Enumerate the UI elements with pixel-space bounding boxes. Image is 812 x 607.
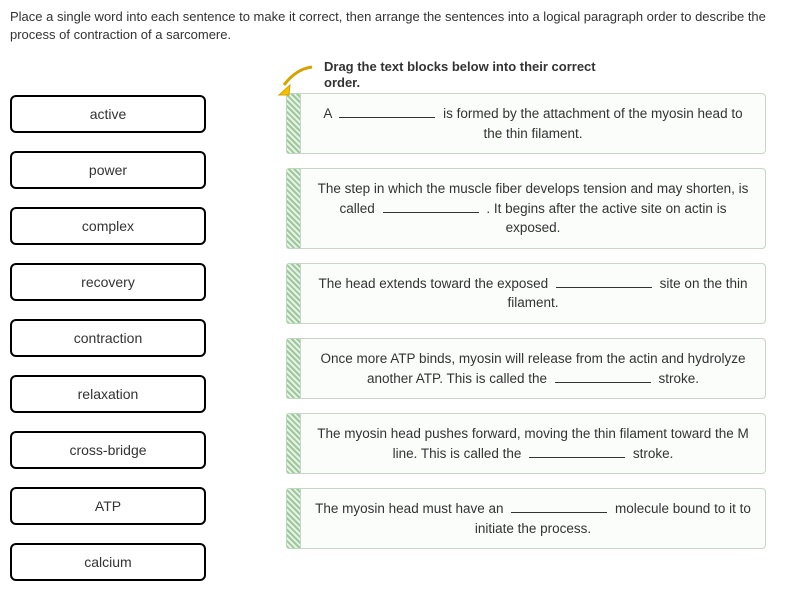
hint-row: Drag the text blocks below into their co… xyxy=(286,59,766,89)
drag-handle-icon[interactable] xyxy=(286,413,300,474)
main-area: active power complex recovery contractio… xyxy=(10,59,802,599)
sentence-pre: A xyxy=(323,106,335,121)
sentence-post: . It begins after the active site on act… xyxy=(483,201,727,236)
word-option[interactable]: active xyxy=(10,95,206,133)
word-bank: active power complex recovery contractio… xyxy=(10,95,206,599)
sentence-text: Once more ATP binds, myosin will release… xyxy=(300,338,766,399)
sentence-text: The head extends toward the exposed site… xyxy=(300,263,766,324)
sentence-row[interactable]: Once more ATP binds, myosin will release… xyxy=(286,338,766,399)
fill-blank[interactable] xyxy=(555,370,651,382)
word-option[interactable]: power xyxy=(10,151,206,189)
sentence-row[interactable]: A is formed by the attachment of the myo… xyxy=(286,93,766,154)
sentence-row[interactable]: The myosin head pushes forward, moving t… xyxy=(286,413,766,474)
instructions-text: Place a single word into each sentence t… xyxy=(10,8,790,43)
sentence-pre: The head extends toward the exposed xyxy=(319,276,552,291)
word-option[interactable]: cross-bridge xyxy=(10,431,206,469)
fill-blank[interactable] xyxy=(529,446,625,458)
fill-blank[interactable] xyxy=(511,501,607,513)
hint-text: Drag the text blocks below into their co… xyxy=(324,59,624,92)
sentence-row[interactable]: The step in which the muscle fiber devel… xyxy=(286,168,766,249)
sentence-text: A is formed by the attachment of the myo… xyxy=(300,93,766,154)
sentence-text: The step in which the muscle fiber devel… xyxy=(300,168,766,249)
fill-blank[interactable] xyxy=(556,276,652,288)
sentence-pre: The myosin head must have an xyxy=(315,501,507,516)
word-option[interactable]: complex xyxy=(10,207,206,245)
word-option[interactable]: contraction xyxy=(10,319,206,357)
sentence-post: stroke. xyxy=(655,371,699,386)
sentence-post: is formed by the attachment of the myosi… xyxy=(439,106,742,141)
fill-blank[interactable] xyxy=(383,201,479,213)
word-option[interactable]: calcium xyxy=(10,543,206,581)
sentence-text: The myosin head must have an molecule bo… xyxy=(300,488,766,549)
sentence-text: The myosin head pushes forward, moving t… xyxy=(300,413,766,474)
drag-handle-icon[interactable] xyxy=(286,338,300,399)
sentence-area: Drag the text blocks below into their co… xyxy=(286,59,766,563)
arrow-icon xyxy=(276,65,316,104)
sentence-row[interactable]: The myosin head must have an molecule bo… xyxy=(286,488,766,549)
drag-handle-icon[interactable] xyxy=(286,488,300,549)
drag-handle-icon[interactable] xyxy=(286,168,300,249)
sentence-post: stroke. xyxy=(629,446,673,461)
word-option[interactable]: ATP xyxy=(10,487,206,525)
fill-blank[interactable] xyxy=(339,106,435,118)
word-option[interactable]: relaxation xyxy=(10,375,206,413)
sentence-row[interactable]: The head extends toward the exposed site… xyxy=(286,263,766,324)
word-option[interactable]: recovery xyxy=(10,263,206,301)
drag-handle-icon[interactable] xyxy=(286,263,300,324)
